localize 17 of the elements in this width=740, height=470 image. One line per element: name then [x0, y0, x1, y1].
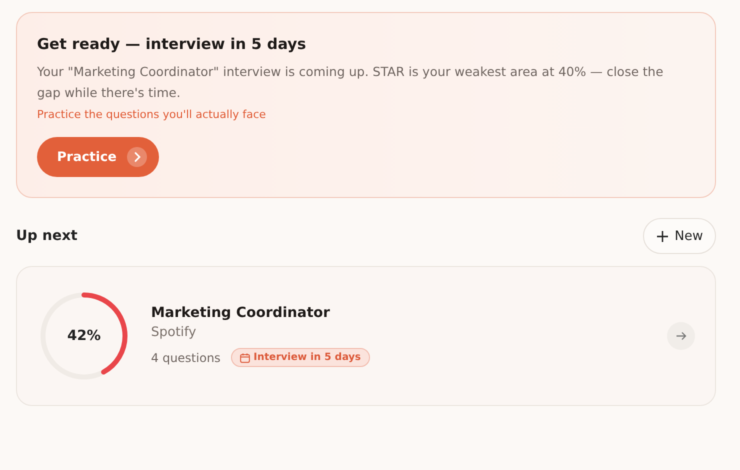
job-title: Marketing Coordinator [151, 305, 331, 321]
open-button[interactable] [667, 322, 695, 350]
plus-icon [656, 230, 669, 242]
arrow-right-icon [675, 330, 687, 342]
banner-title: Get ready — interview in 5 days [37, 35, 306, 53]
interview-badge: Interview in 5 days [230, 348, 370, 367]
banner-message: Your "Marketing Coordinator" interview is coming up. STAR is your weakest area at 40% — close the gap while there's time. [37, 63, 664, 102]
question-count: 4 questions [151, 350, 221, 364]
progress-percent: 42% [67, 328, 101, 344]
calendar-icon [240, 352, 250, 362]
section-title: Up next [16, 228, 78, 244]
banner-hint: Practice the questions you'll actually face [37, 108, 266, 121]
practice-button[interactable]: Practice [37, 137, 159, 177]
interview-card[interactable]: 42% Marketing Coordinator Spotify 4 questions Interview in 5 days [16, 266, 716, 406]
chevron-icon [126, 147, 147, 167]
new-button[interactable]: New [642, 218, 716, 254]
company-name: Spotify [151, 325, 198, 340]
